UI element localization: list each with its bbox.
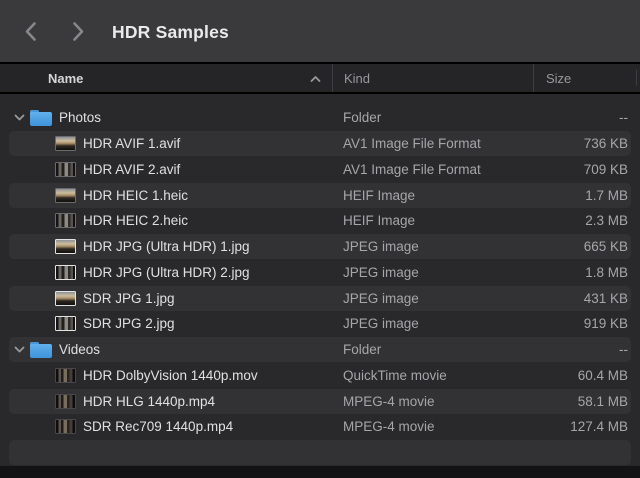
file-name: SDR Rec709 1440p.mp4 — [83, 419, 233, 434]
file-size: -- — [533, 342, 640, 357]
file-name: HDR JPG (Ultra HDR) 1.jpg — [83, 239, 250, 254]
window-title: HDR Samples — [112, 0, 229, 64]
column-header-row: Name Kind Size — [0, 64, 640, 94]
video-thumbnail-icon — [55, 368, 76, 383]
disclosure-chevron-icon[interactable] — [12, 346, 26, 353]
file-kind: QuickTime movie — [332, 368, 533, 383]
table-row[interactable]: HDR JPG (Ultra HDR) 2.jpg JPEG image 1.8… — [0, 260, 640, 286]
disclosure-chevron-icon[interactable] — [12, 114, 26, 121]
file-size: 665 KB — [533, 239, 640, 254]
file-name: HDR JPG (Ultra HDR) 2.jpg — [83, 265, 250, 280]
file-name: HDR HEIC 1.heic — [83, 188, 188, 203]
table-row[interactable]: SDR Rec709 1440p.mp4 MPEG-4 movie 127.4 … — [0, 414, 640, 440]
file-size: 736 KB — [533, 136, 640, 151]
file-kind: Folder — [332, 110, 533, 125]
table-row[interactable]: HDR HEIC 1.heic HEIF Image 1.7 MB — [0, 182, 640, 208]
back-button[interactable] — [16, 16, 44, 46]
file-size: 58.1 MB — [533, 394, 640, 409]
forward-button[interactable] — [64, 16, 92, 46]
file-name: Videos — [59, 342, 100, 357]
file-name: SDR JPG 1.jpg — [83, 291, 175, 306]
file-size: 127.4 MB — [533, 419, 640, 434]
file-name: HDR AVIF 2.avif — [83, 162, 180, 177]
file-size: 2.3 MB — [533, 213, 640, 228]
file-kind: HEIF Image — [332, 213, 533, 228]
table-row-photos-folder[interactable]: Photos Folder -- — [0, 105, 640, 131]
empty-row — [0, 440, 640, 466]
table-row[interactable]: SDR JPG 2.jpg JPEG image 919 KB — [0, 311, 640, 337]
file-size: 1.7 MB — [533, 188, 640, 203]
file-name: HDR HLG 1440p.mp4 — [83, 394, 215, 409]
framed-sunset-photo-thumbnail-icon — [55, 291, 76, 306]
toolbar: HDR Samples — [0, 0, 640, 64]
table-row-videos-folder[interactable]: Videos Folder -- — [0, 337, 640, 363]
column-header-name[interactable]: Name — [0, 64, 332, 92]
file-kind: MPEG-4 movie — [332, 394, 533, 409]
file-kind: JPEG image — [332, 239, 533, 254]
file-kind: HEIF Image — [332, 188, 533, 203]
city-photo-thumbnail-icon — [55, 213, 76, 228]
blue-folder-icon — [30, 341, 52, 359]
table-row[interactable]: HDR JPG (Ultra HDR) 1.jpg JPEG image 665… — [0, 234, 640, 260]
column-header-kind[interactable]: Kind — [332, 64, 533, 92]
blue-folder-icon — [30, 109, 52, 127]
chevron-left-icon — [24, 21, 37, 42]
table-row[interactable]: HDR AVIF 2.avif AV1 Image File Format 70… — [0, 157, 640, 183]
table-row[interactable]: SDR JPG 1.jpg JPEG image 431 KB — [0, 285, 640, 311]
table-row[interactable]: HDR AVIF 1.avif AV1 Image File Format 73… — [0, 131, 640, 157]
city-photo-thumbnail-icon — [55, 162, 76, 177]
chevron-right-icon — [72, 21, 85, 42]
framed-city-photo-thumbnail-icon — [55, 265, 76, 280]
framed-city-photo-thumbnail-icon — [55, 316, 76, 331]
sunset-photo-thumbnail-icon — [55, 136, 76, 151]
file-size: 431 KB — [533, 291, 640, 306]
file-kind: JPEG image — [332, 316, 533, 331]
table-row[interactable]: HDR HEIC 2.heic HEIF Image 2.3 MB — [0, 208, 640, 234]
file-size: 709 KB — [533, 162, 640, 177]
file-name: HDR AVIF 1.avif — [83, 136, 180, 151]
file-size: 919 KB — [533, 316, 640, 331]
file-list: Photos Folder -- HDR AVIF 1.avif AV1 Ima… — [0, 94, 640, 466]
file-kind: JPEG image — [332, 265, 533, 280]
framed-sunset-photo-thumbnail-icon — [55, 239, 76, 254]
sort-ascending-icon — [310, 71, 321, 86]
table-row[interactable]: HDR HLG 1440p.mp4 MPEG-4 movie 58.1 MB — [0, 388, 640, 414]
video-thumbnail-icon — [55, 419, 76, 434]
window-bottom-edge — [0, 466, 640, 475]
video-thumbnail-icon — [55, 394, 76, 409]
file-kind: AV1 Image File Format — [332, 136, 533, 151]
file-kind: Folder — [332, 342, 533, 357]
file-size: 60.4 MB — [533, 368, 640, 383]
file-kind: JPEG image — [332, 291, 533, 306]
file-size: -- — [533, 110, 640, 125]
column-header-size[interactable]: Size — [533, 64, 640, 92]
file-name: SDR JPG 2.jpg — [83, 316, 175, 331]
file-kind: AV1 Image File Format — [332, 162, 533, 177]
file-kind: MPEG-4 movie — [332, 419, 533, 434]
file-size: 1.8 MB — [533, 265, 640, 280]
table-row[interactable]: HDR DolbyVision 1440p.mov QuickTime movi… — [0, 363, 640, 389]
file-name: HDR HEIC 2.heic — [83, 213, 188, 228]
sunset-photo-thumbnail-icon — [55, 188, 76, 203]
file-name: Photos — [59, 110, 101, 125]
file-name: HDR DolbyVision 1440p.mov — [83, 368, 258, 383]
